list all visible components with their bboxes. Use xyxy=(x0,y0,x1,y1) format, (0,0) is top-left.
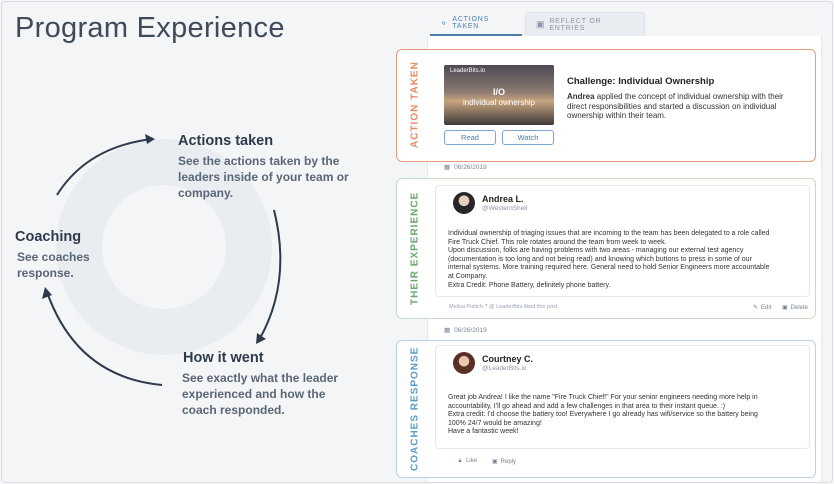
user-name: Andrea L. xyxy=(482,194,524,204)
thumbnail-title: I/O xyxy=(492,87,505,97)
actions-desc: See the actions taken by the leaders ins… xyxy=(178,154,349,200)
coaching-desc: See coaches response. xyxy=(17,250,90,280)
how-desc: See exactly what the leader experienced … xyxy=(182,371,339,417)
avatar xyxy=(453,192,475,214)
arrow-to-coaching-head xyxy=(42,287,52,299)
thumbs-up-icon: ▲ xyxy=(457,458,463,464)
coach-date: ▦ 06/26/2019 xyxy=(444,326,487,335)
reply-button[interactable]: ▣ Reply xyxy=(492,458,516,466)
likes-meta: Melisa Politch ? @ LeaderBits liked this… xyxy=(449,304,559,310)
challenge-title: Challenge: Individual Ownership xyxy=(567,76,715,87)
experience-post: Andrea L. @WesternShell Individual owner… xyxy=(435,185,810,297)
user-name: Courtney C. xyxy=(482,354,534,364)
calendar-icon: ▦ xyxy=(444,327,451,334)
like-button[interactable]: ▲ Like xyxy=(457,458,477,464)
edit-button[interactable]: ✎ Edit xyxy=(753,304,771,312)
inner-circle xyxy=(102,185,226,309)
thumbnail-brand: LeaderBits.io xyxy=(450,68,486,74)
user-handle: @WesternShell xyxy=(482,205,528,212)
pencil-icon: ✎ xyxy=(753,305,759,311)
action-taken-card: Action Taken LeaderBits.io I/O individua… xyxy=(396,49,816,162)
lightbulb-icon: ⚬ xyxy=(440,17,449,28)
video-thumbnail[interactable]: LeaderBits.io I/O individual ownership xyxy=(444,65,554,125)
how-title: How it went xyxy=(183,350,264,366)
watch-button[interactable]: Watch xyxy=(502,130,554,145)
their-experience-label: Their Experience xyxy=(409,191,421,305)
chat-icon: ▣ xyxy=(536,19,546,29)
user-handle: @LeaderBits.io xyxy=(482,365,527,372)
coach-text: Great job Andrea! I like the name "Fire … xyxy=(448,394,758,436)
read-button[interactable]: Read xyxy=(444,130,496,145)
action-taken-label: Action Taken xyxy=(409,61,421,149)
frame: Program Experience Actions taken See the… xyxy=(1,1,833,483)
coach-post: Courtney C. @LeaderBits.io Great job And… xyxy=(435,345,810,449)
experience-panel: ⚬ Actions Taken ▣ Reflect Or Entries Act… xyxy=(392,7,832,482)
trash-icon: ▣ xyxy=(782,305,788,311)
experience-text: Individual ownership of triaging issues … xyxy=(448,230,770,289)
challenge-text: Andrea applied the concept of individual… xyxy=(567,92,784,120)
actions-title: Actions taken xyxy=(178,133,274,149)
reply-icon: ▣ xyxy=(492,459,498,465)
delete-button[interactable]: ▣ Delete xyxy=(782,304,808,312)
their-experience-card: Their Experience Andrea L. @WesternShell… xyxy=(396,178,816,319)
tab-actions-taken[interactable]: ⚬ Actions Taken xyxy=(430,12,522,36)
experience-date: ▦ 06/26/2019 xyxy=(444,163,487,172)
tab-reflect-entries[interactable]: ▣ Reflect Or Entries xyxy=(525,12,645,36)
coaches-response-card: Coaches Response Courtney C. @LeaderBits… xyxy=(396,340,816,478)
coaches-response-label: Coaches Response xyxy=(409,346,421,471)
thumbnail-subtitle: individual ownership xyxy=(462,98,536,107)
avatar xyxy=(453,352,475,374)
calendar-icon: ▦ xyxy=(444,164,451,171)
coaching-title: Coaching xyxy=(15,229,82,245)
